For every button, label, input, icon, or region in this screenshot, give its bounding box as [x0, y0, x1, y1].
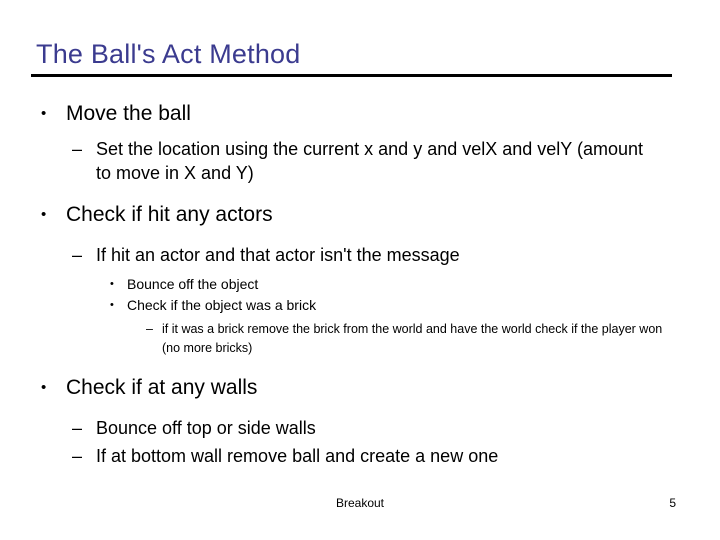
bullet-text-check-walls: Check if at any walls [66, 376, 258, 399]
list-item: – Bounce off top or side walls [72, 416, 720, 440]
list-item: – If at bottom wall remove ball and crea… [72, 444, 720, 468]
disc-bullet-icon: • [41, 379, 47, 396]
list-item: • Check if hit any actors [41, 201, 720, 229]
bullet-text-bounce-object: Bounce off the object [127, 276, 259, 292]
list-item: • Move the ball [41, 100, 720, 128]
list-item: • Check if the object was a brick [110, 295, 720, 316]
bullet-text-bounce-walls: Bounce off top or side walls [96, 418, 316, 438]
list-item: • Check if at any walls [41, 374, 720, 402]
slide: The Ball's Act Method • Move the ball – … [0, 0, 720, 540]
title-block: The Ball's Act Method [31, 38, 672, 77]
slide-footer: Breakout 5 [0, 495, 720, 517]
bullet-text-move-ball: Move the ball [66, 102, 191, 125]
dash-bullet-icon: – [72, 245, 83, 265]
dash-bullet-icon: – [72, 139, 83, 159]
dash-bullet-icon: – [146, 322, 153, 336]
list-item: • Bounce off the object [110, 274, 720, 295]
bullet-text-set-location: Set the location using the current x and… [96, 139, 644, 183]
disc-bullet-icon: • [41, 206, 47, 223]
dash-bullet-icon: – [72, 446, 83, 466]
footer-label: Breakout [335, 496, 385, 510]
dash-bullet-icon: – [72, 418, 83, 438]
disc-bullet-icon: • [41, 105, 47, 122]
bullet-text-remove-brick: if it was a brick remove the brick from … [162, 322, 663, 355]
page-number: 5 [669, 496, 676, 510]
disc-bullet-icon: • [110, 278, 114, 290]
bullet-text-bottom-wall: If at bottom wall remove ball and create… [96, 446, 499, 466]
list-item: – Set the location using the current x a… [72, 137, 720, 185]
bullet-text-check-actors: Check if hit any actors [66, 203, 273, 226]
list-item: – if it was a brick remove the brick fro… [146, 320, 720, 358]
list-item: – If hit an actor and that actor isn't t… [72, 243, 720, 267]
outline-body: • Move the ball – Set the location using… [0, 100, 720, 468]
bullet-text-check-brick: Check if the object was a brick [127, 297, 317, 313]
bullet-text-if-hit-actor: If hit an actor and that actor isn't the… [96, 245, 460, 265]
page-title: The Ball's Act Method [36, 39, 301, 69]
disc-bullet-icon: • [110, 299, 114, 311]
title-divider [31, 74, 672, 77]
